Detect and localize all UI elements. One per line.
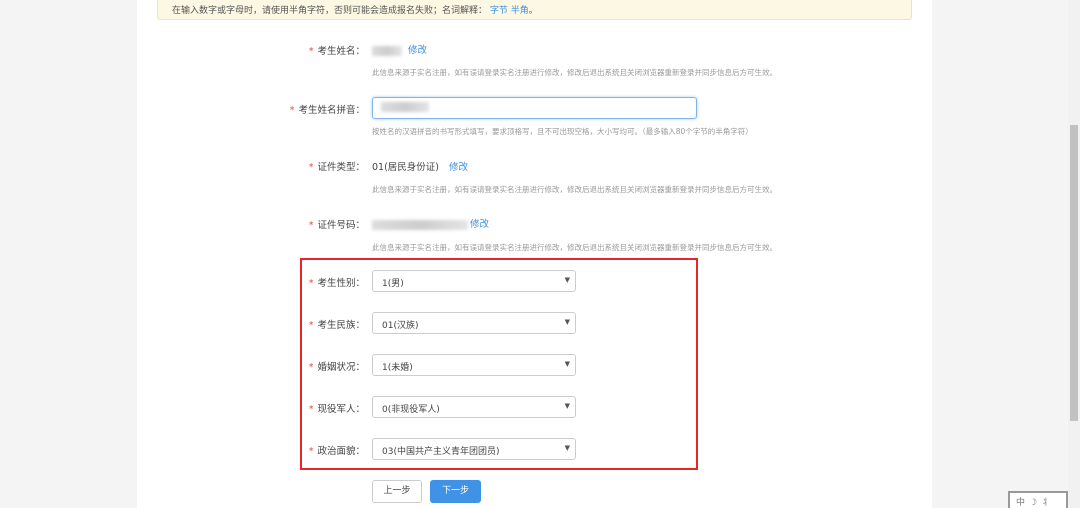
label-text: 考生性别： — [317, 278, 365, 289]
id-type-hint: 此信息来源于实名注册，如有误请登录实名注册进行修改，修改后退出系统且关闭浏览器重… — [372, 185, 777, 194]
chevron-down-icon: ▼ — [564, 276, 570, 284]
select-value: 03(中国共产主义青年团团员) — [382, 447, 500, 457]
marital-status-select[interactable]: 1(未婚) ▼ — [372, 354, 576, 376]
redacted-id-number — [372, 219, 468, 230]
political-status-select[interactable]: 03(中国共产主义青年团团员) ▼ — [372, 438, 576, 460]
select-value: 1(未婚) — [382, 363, 413, 373]
select-value: 0(非现役军人) — [382, 405, 440, 415]
label-text: 考生民族： — [317, 320, 365, 331]
select-value: 1(男) — [382, 279, 404, 289]
scrollbar-thumb[interactable] — [1070, 125, 1078, 421]
redacted-pinyin — [381, 102, 429, 112]
required-mark: * — [308, 446, 314, 457]
military-select[interactable]: 0(非现役军人) ▼ — [372, 396, 576, 418]
notice-text: 在输入数字或字母时，请使用半角字符，否则可能会造成报名失败；名词解释： — [172, 6, 488, 16]
required-mark: * — [308, 320, 314, 331]
select-value: 01(汉族) — [382, 321, 419, 331]
required-mark: * — [308, 220, 314, 231]
edit-id-number-link[interactable]: 修改 — [470, 219, 489, 230]
notice-end: 。 — [528, 6, 538, 16]
required-mark: * — [308, 162, 314, 173]
label-military: * 现役军人： — [245, 401, 365, 415]
ime-toolbar[interactable]: 中☽⺦ — [1008, 491, 1068, 508]
chevron-down-icon: ▼ — [564, 402, 570, 410]
notice-banner: 在输入数字或字母时，请使用半角字符，否则可能会造成报名失败；名词解释： 字节 半… — [157, 0, 912, 20]
chevron-down-icon: ▼ — [564, 360, 570, 368]
prev-step-button[interactable]: 上一步 — [372, 480, 422, 503]
name-value: 修改 — [372, 42, 427, 56]
label-name: * 考生姓名： — [245, 43, 365, 57]
label-text: 现役军人： — [317, 404, 365, 415]
required-mark: * — [308, 404, 314, 415]
link-halfwidth[interactable]: 半角 — [511, 6, 529, 16]
chevron-down-icon: ▼ — [564, 318, 570, 326]
label-pinyin: * 考生姓名拼音： — [245, 102, 365, 116]
edit-id-type-link[interactable]: 修改 — [449, 162, 468, 173]
label-political-status: * 政治面貌： — [245, 443, 365, 457]
link-byte[interactable]: 字节 — [490, 6, 508, 16]
name-hint: 此信息来源于实名注册，如有误请登录实名注册进行修改，修改后退出系统且关闭浏览器重… — [372, 68, 777, 77]
next-step-button[interactable]: 下一步 — [430, 480, 481, 503]
label-text: 证件号码： — [317, 220, 365, 231]
required-mark: * — [308, 362, 314, 373]
chevron-down-icon: ▼ — [564, 444, 570, 452]
required-mark: * — [289, 105, 295, 116]
label-text: 考生姓名： — [317, 46, 365, 57]
redacted-name — [372, 45, 402, 56]
label-text: 婚姻状况： — [317, 362, 365, 373]
gender-select[interactable]: 1(男) ▼ — [372, 270, 576, 292]
scrollbar[interactable] — [1068, 0, 1080, 508]
required-mark: * — [308, 46, 314, 57]
label-marital-status: * 婚姻状况： — [245, 359, 365, 373]
id-type-value: 01(居民身份证) 修改 — [372, 159, 468, 173]
id-type-text: 01(居民身份证) — [372, 162, 440, 173]
pinyin-hint: 按姓名的汉语拼音的书写形式填写，要求顶格写，且不可出现空格，大小写均可。（最多输… — [372, 127, 753, 136]
edit-name-link[interactable]: 修改 — [408, 45, 427, 56]
label-ethnicity: * 考生民族： — [245, 317, 365, 331]
pinyin-input[interactable] — [372, 97, 697, 119]
label-text: 考生姓名拼音： — [298, 105, 365, 116]
label-text: 证件类型： — [317, 162, 365, 173]
ethnicity-select[interactable]: 01(汉族) ▼ — [372, 312, 576, 334]
label-id-number: * 证件号码： — [245, 217, 365, 231]
required-mark: * — [308, 278, 314, 289]
label-id-type: * 证件类型： — [245, 159, 365, 173]
id-number-value: 修改 — [372, 216, 489, 230]
label-gender: * 考生性别： — [245, 275, 365, 289]
label-text: 政治面貌： — [317, 446, 365, 457]
id-number-hint: 此信息来源于实名注册，如有误请登录实名注册进行修改，修改后退出系统且关闭浏览器重… — [372, 243, 777, 252]
